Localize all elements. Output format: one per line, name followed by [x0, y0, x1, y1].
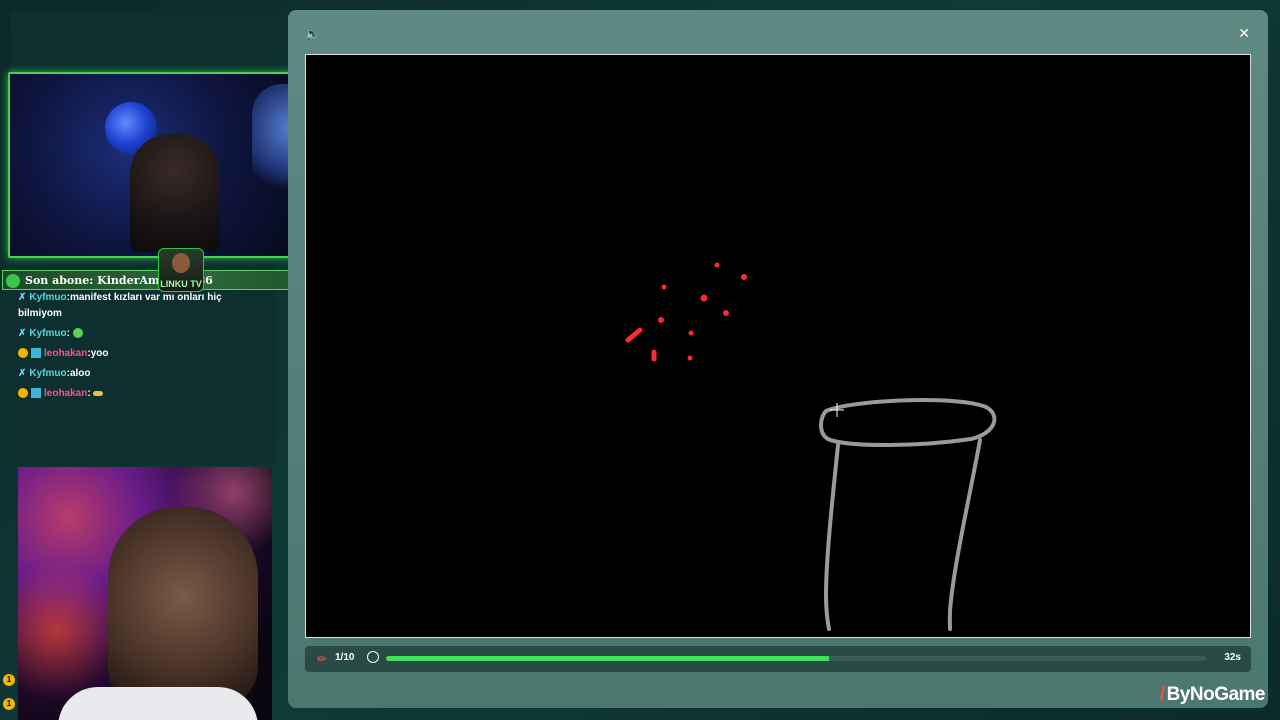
- streamer-avatar: [172, 253, 190, 273]
- round-status-bar: ✏ 1/10 32s: [305, 646, 1251, 672]
- chat-list: ✗ Kyfmuo:manifest kızları var mı onları h…: [18, 290, 268, 406]
- sword-icon: ✗: [18, 368, 27, 379]
- chat-text: :yoo: [87, 348, 109, 359]
- drawing-strokes: [625, 262, 997, 631]
- coin-icon: 1: [3, 698, 15, 710]
- subscriber-icon: [6, 274, 20, 288]
- time-remaining: 32s: [1224, 652, 1241, 663]
- red-strokes: [625, 262, 747, 362]
- game-window: 🔈 ✕ ✏ 1/10 32s: [288, 10, 1268, 708]
- drawing-canvas[interactable]: [305, 54, 1251, 638]
- gray-cup-strokes: [819, 398, 997, 631]
- streamer-logo: LINKU TV: [158, 248, 204, 292]
- chat-message: leohakan:: [18, 386, 268, 402]
- time-progress-bar: [386, 656, 1206, 661]
- streamer-label: LINKU TV: [160, 279, 202, 289]
- subscriber-badge-icon: [18, 388, 28, 399]
- brand-slash-icon: /: [1159, 684, 1165, 705]
- webcam-person-shirt: [58, 687, 258, 720]
- chat-message: ✗ Kyfmuo:manifest kızları var mı onları h…: [18, 290, 268, 322]
- round-counter: 1/10: [335, 652, 355, 663]
- chat-text: :: [66, 328, 70, 339]
- sword-icon: ✗: [18, 292, 27, 303]
- brand-text: ByNoGame: [1166, 684, 1266, 705]
- webcam-bottom: [18, 467, 272, 720]
- chat-username: Kyfmuo: [29, 328, 67, 339]
- emote-icon: [93, 390, 104, 396]
- chat-text: :aloo: [66, 368, 91, 379]
- close-icon[interactable]: ✕: [1238, 25, 1250, 42]
- chat-username: Kyfmuo: [29, 292, 67, 303]
- chat-message: leohakan:yoo: [18, 346, 268, 362]
- sword-icon: ✗: [18, 328, 27, 339]
- webcam-person: [130, 134, 220, 252]
- emote-icon: [72, 328, 83, 339]
- pencil-icon: ✏: [317, 652, 328, 666]
- timer-icon: [367, 651, 379, 663]
- bynogame-logo: / ByNoGame: [1159, 684, 1266, 706]
- chat-text: :: [87, 388, 91, 399]
- webcam-person-head: [108, 507, 258, 707]
- chat-message: ✗ Kyfmuo:aloo: [18, 366, 268, 382]
- grid-badge-icon: [31, 348, 41, 359]
- speaker-icon[interactable]: 🔈: [305, 27, 320, 41]
- chat-username: leohakan: [44, 348, 88, 359]
- grid-badge-icon: [31, 388, 41, 399]
- subscriber-badge-icon: [18, 348, 28, 359]
- chat-message: ✗ Kyfmuo:: [18, 326, 268, 342]
- chat-username: Kyfmuo: [29, 368, 67, 379]
- coin-icon: 1: [3, 674, 15, 686]
- chat-username: leohakan: [44, 388, 88, 399]
- time-progress-fill: [386, 656, 829, 661]
